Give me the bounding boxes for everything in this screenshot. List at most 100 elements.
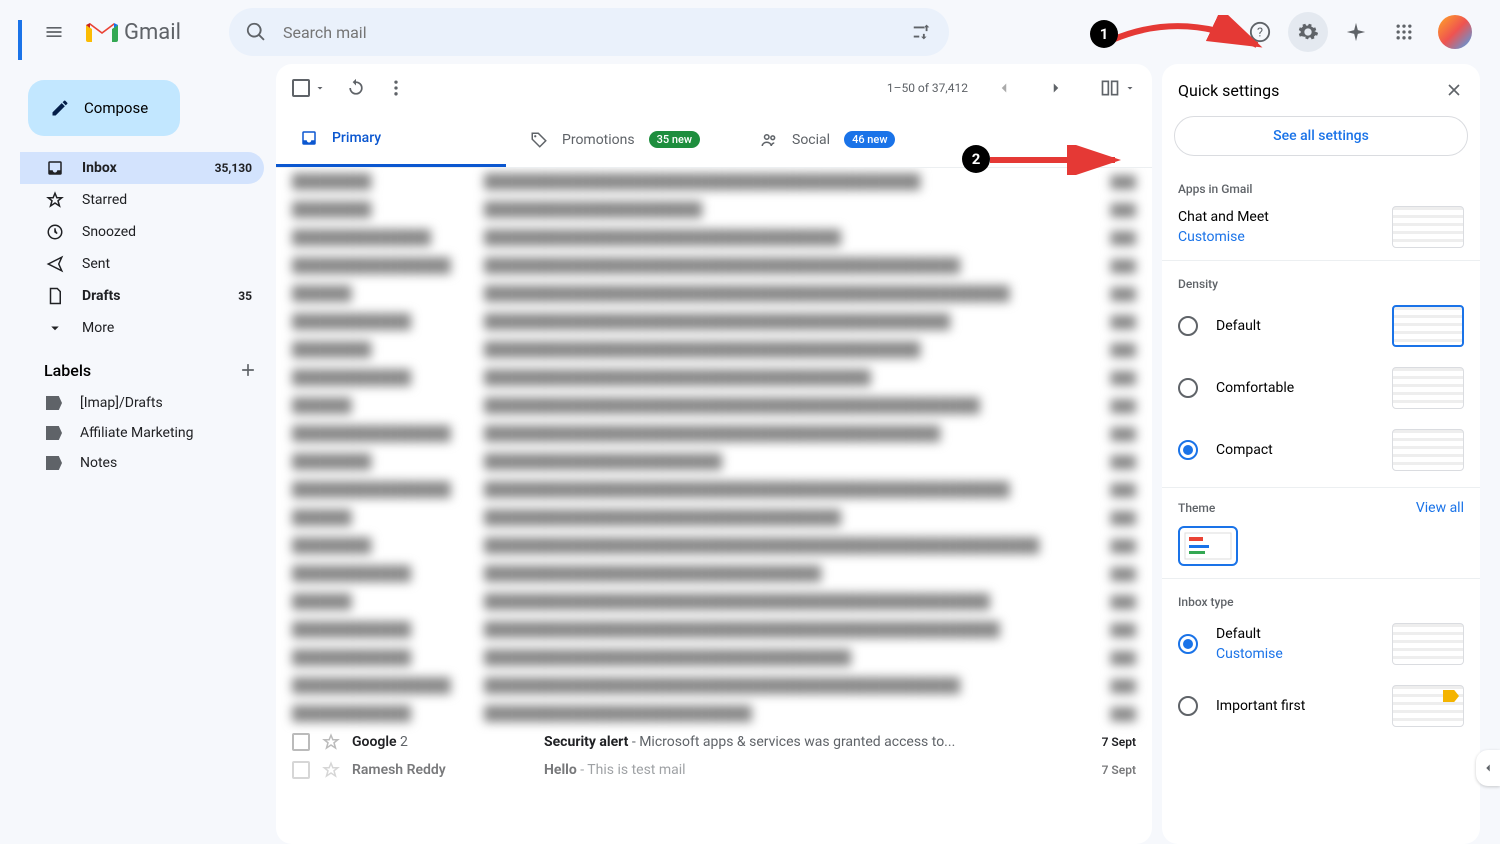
gear-icon [1297, 21, 1319, 43]
menu-button[interactable] [30, 8, 78, 56]
inbox-type-thumb [1392, 623, 1464, 665]
select-all[interactable] [292, 79, 326, 97]
social-badge: 46 new [844, 131, 895, 148]
sidebar: Compose Inbox35,130 Starred Snoozed Sent… [20, 64, 276, 844]
nav-sent[interactable]: Sent [20, 248, 264, 280]
search-bar[interactable] [229, 8, 949, 56]
chevron-right-icon [1047, 79, 1065, 97]
theme-preview-icon [1183, 531, 1233, 561]
section-title-apps: Apps in Gmail [1162, 172, 1480, 200]
search-icon [245, 21, 267, 43]
label-affiliate-marketing[interactable]: Affiliate Marketing [20, 418, 276, 448]
label-tag-icon [46, 456, 62, 470]
density-compact[interactable]: Compact [1162, 419, 1480, 481]
inbox-type-default[interactable]: Default Customise [1162, 613, 1480, 675]
theme-selected-thumb[interactable] [1178, 526, 1238, 566]
apps-grid-icon [1394, 22, 1414, 42]
chat-meet-customise[interactable]: Customise [1178, 229, 1269, 245]
caret-down-icon [314, 82, 326, 94]
app-header: Gmail ? [20, 0, 1480, 64]
tag-icon [530, 131, 548, 149]
nav-inbox[interactable]: Inbox35,130 [20, 152, 264, 184]
settings-button[interactable] [1288, 12, 1328, 52]
more-vert-icon[interactable] [386, 78, 406, 98]
category-tabs: Primary Promotions 35 new Social 46 new [276, 112, 1152, 168]
radio-icon [1178, 634, 1198, 654]
chevron-left-icon [995, 79, 1013, 97]
row-sender: Google 2 [352, 734, 532, 750]
labels-header: Labels [20, 344, 276, 388]
spark-icon [1345, 21, 1367, 43]
split-icon [1100, 78, 1120, 98]
radio-icon [1178, 440, 1198, 460]
nav-drafts[interactable]: Drafts35 [20, 280, 264, 312]
inbox-icon [300, 129, 318, 147]
label-notes[interactable]: Notes [20, 448, 276, 478]
nav-more[interactable]: More [20, 312, 264, 344]
plus-icon[interactable] [238, 360, 258, 380]
nav-starred[interactable]: Starred [20, 184, 264, 216]
density-comfortable[interactable]: Comfortable [1162, 357, 1480, 419]
theme-view-all[interactable]: View all [1416, 500, 1464, 516]
quick-settings-panel: Quick settings See all settings Apps in … [1162, 64, 1480, 844]
mail-row[interactable]: Google 2 Security alert - Microsoft apps… [276, 728, 1152, 756]
split-pane-toggle[interactable] [1100, 78, 1136, 98]
section-title-inbox-type: Inbox type [1162, 585, 1480, 613]
radio-icon [1178, 378, 1198, 398]
inbox-type-important-first[interactable]: Important first [1162, 675, 1480, 737]
prev-page-button[interactable] [988, 72, 1020, 104]
radio-icon [1178, 316, 1198, 336]
tab-social[interactable]: Social 46 new [736, 112, 966, 167]
compose-button[interactable]: Compose [28, 80, 180, 136]
next-page-button[interactable] [1040, 72, 1072, 104]
mail-row[interactable]: Ramesh Reddy Hello - This is test mail 7… [276, 756, 1152, 784]
mail-toolbar: 1–50 of 37,412 [276, 64, 1152, 112]
collapse-side-panel[interactable] [1476, 750, 1500, 786]
star-outline-icon[interactable] [322, 761, 340, 779]
checkbox-icon [292, 79, 310, 97]
section-title-density: Density [1162, 267, 1480, 295]
gmail-logo[interactable]: Gmail [86, 20, 181, 45]
apps-button[interactable] [1384, 12, 1424, 52]
inbox-icon [46, 159, 64, 177]
search-input[interactable] [283, 23, 895, 42]
density-default[interactable]: Default [1162, 295, 1480, 357]
label-imap-drafts[interactable]: [Imap]/Drafts [20, 388, 276, 418]
mail-rows: ████████████████████████████████████████… [276, 168, 1152, 844]
radio-icon [1178, 696, 1198, 716]
row-subject: Security alert - Microsoft apps & servic… [544, 734, 1090, 750]
row-checkbox[interactable] [292, 733, 310, 751]
label-tag-icon [46, 396, 62, 410]
gemini-button[interactable] [1336, 12, 1376, 52]
section-title-theme: Theme [1178, 501, 1215, 515]
promotions-badge: 35 new [649, 131, 700, 148]
help-button[interactable]: ? [1240, 12, 1280, 52]
app-name: Gmail [124, 20, 181, 45]
star-icon [46, 191, 64, 209]
inbox-type-thumb [1392, 685, 1464, 727]
svg-text:?: ? [1257, 26, 1263, 41]
row-checkbox[interactable] [292, 761, 310, 779]
pencil-icon [50, 98, 70, 118]
label-tag-icon [46, 426, 62, 440]
compose-label: Compose [84, 99, 148, 117]
row-date: 7 Sept [1102, 735, 1136, 749]
star-outline-icon[interactable] [322, 733, 340, 751]
tab-primary[interactable]: Primary [276, 112, 506, 167]
inbox-default-customise[interactable]: Customise [1216, 646, 1283, 662]
file-icon [46, 287, 64, 305]
refresh-icon[interactable] [346, 78, 366, 98]
nav-snoozed[interactable]: Snoozed [20, 216, 264, 248]
tab-promotions[interactable]: Promotions 35 new [506, 112, 736, 167]
row-date: 7 Sept [1102, 763, 1136, 777]
row-sender: Ramesh Reddy [352, 762, 532, 778]
mail-main: 1–50 of 37,412 Primary Promotions 35 new [276, 64, 1152, 844]
search-options-icon[interactable] [911, 21, 933, 43]
row-subject: Hello - This is test mail [544, 762, 1090, 778]
help-icon: ? [1249, 21, 1271, 43]
hamburger-icon [44, 22, 64, 42]
people-icon [760, 131, 778, 149]
close-icon[interactable] [1444, 80, 1464, 100]
account-avatar[interactable] [1438, 15, 1472, 49]
see-all-settings-button[interactable]: See all settings [1174, 116, 1468, 156]
